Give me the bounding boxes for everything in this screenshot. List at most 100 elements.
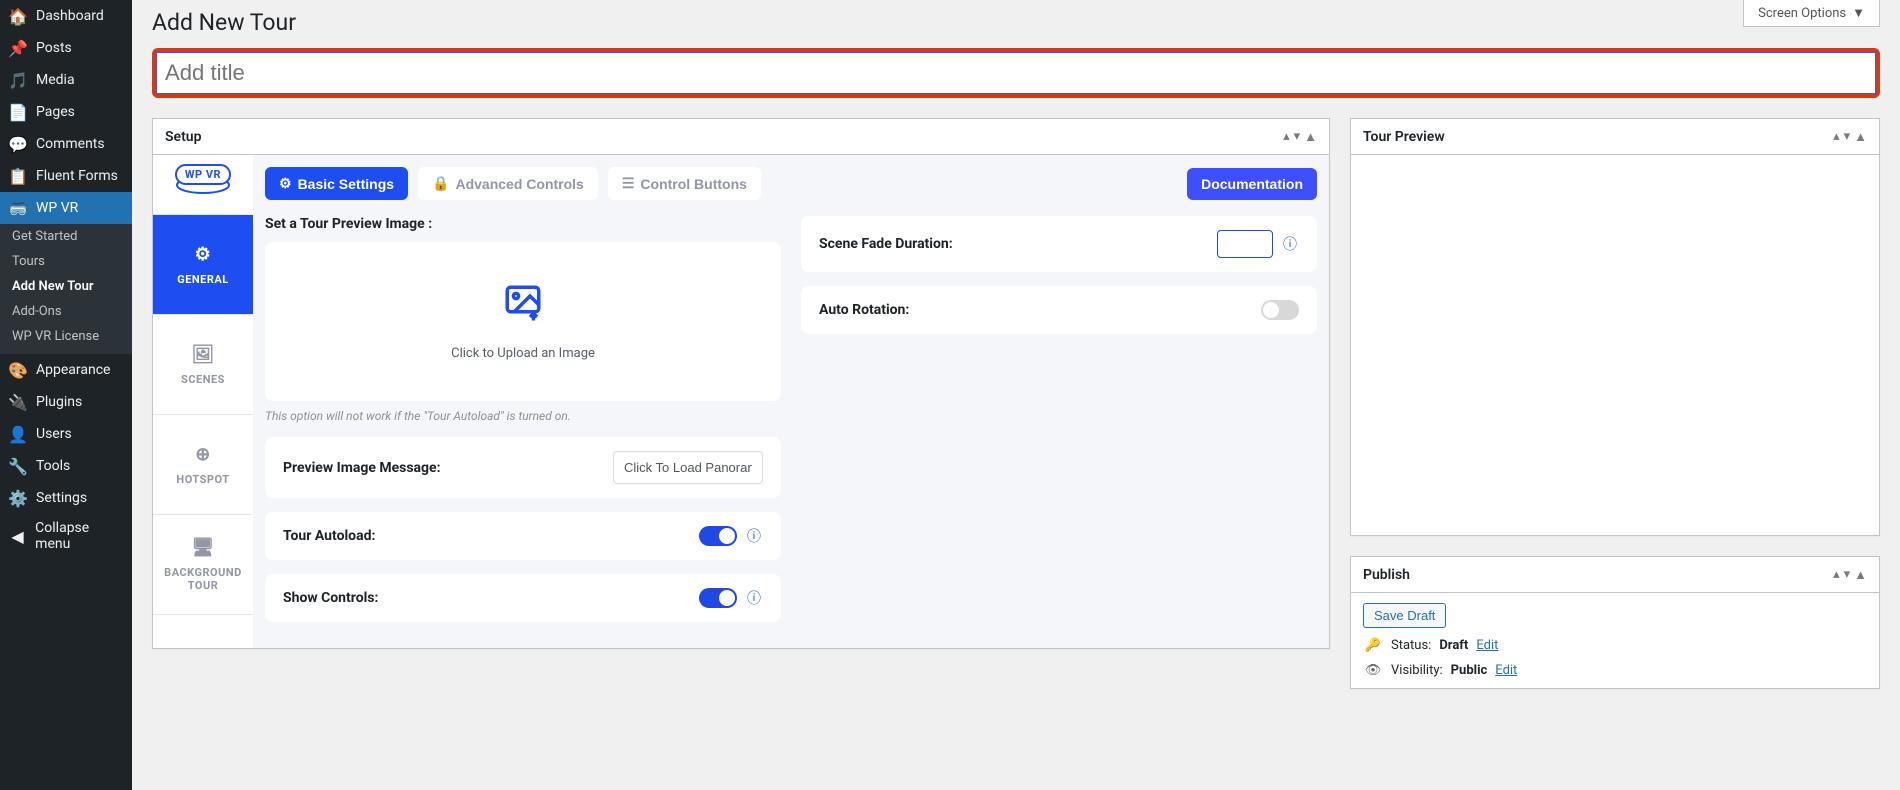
show-controls-label: Show Controls:: [283, 590, 378, 606]
auto-rotation-card: Auto Rotation:: [801, 286, 1317, 334]
upload-text: Click to Upload an Image: [285, 346, 761, 361]
info-icon[interactable]: ⓘ: [745, 588, 763, 608]
monitor-icon: 🖥: [191, 537, 214, 558]
sidebar-item-pages[interactable]: 📄Pages: [0, 96, 132, 128]
sidebar-subitem-tours[interactable]: Tours: [0, 249, 132, 274]
setup-nav-scenes[interactable]: 🖼 SCENES: [153, 315, 253, 415]
chevron-down-icon[interactable]: ▾: [1294, 129, 1301, 144]
sidebar-label: Fluent Forms: [36, 168, 118, 184]
chevron-down-icon[interactable]: ▾: [1844, 129, 1851, 144]
postbox-actions: ▴ ▾ ▲: [1283, 129, 1317, 145]
tour-preview-postbox: Tour Preview ▴ ▾ ▲: [1350, 118, 1880, 536]
status-value: Draft: [1439, 638, 1468, 653]
sidebar-label: Posts: [36, 40, 72, 56]
sidebar-label: Appearance: [36, 362, 110, 378]
preview-hint: This option will not work if the "Tour A…: [265, 409, 781, 423]
setup-nav-background[interactable]: 🖥 BACKGROUND TOUR: [153, 515, 253, 615]
triangle-up-icon[interactable]: ▲: [1854, 567, 1867, 583]
show-controls-toggle[interactable]: [699, 588, 737, 608]
sidebar-subitem-license[interactable]: WP VR License: [0, 324, 132, 349]
sidebar-item-dashboard[interactable]: 🏠Dashboard: [0, 0, 132, 32]
sidebar-item-tools[interactable]: 🔧 Tools: [0, 450, 132, 482]
sidebar-label: Settings: [36, 490, 87, 506]
image-icon: 🖼: [191, 344, 214, 365]
auto-rotation-label: Auto Rotation:: [819, 302, 909, 318]
advanced-controls-tab[interactable]: 🔒Advanced Controls: [418, 167, 598, 200]
preview-message-label: Preview Image Message:: [283, 460, 441, 476]
sidebar-item-fluent-forms[interactable]: 📋Fluent Forms: [0, 160, 132, 192]
chevron-up-icon[interactable]: ▴: [1283, 129, 1290, 144]
publish-title: Publish: [1363, 567, 1410, 583]
documentation-button[interactable]: Documentation: [1187, 168, 1317, 200]
screen-options-toggle[interactable]: Screen Options▼: [1743, 0, 1880, 27]
sidebar-item-plugins[interactable]: 🔌Plugins: [0, 386, 132, 418]
comments-icon: 💬: [8, 134, 28, 154]
sidebar-item-appearance[interactable]: 🎨 Appearance: [0, 354, 132, 386]
page-title: Add New Tour: [152, 0, 1880, 40]
admin-sidebar: 🏠Dashboard 📌 Posts 🎵 Media 📄Pages 💬 Comment…: [0, 0, 132, 790]
edit-visibility-link[interactable]: Edit: [1495, 663, 1517, 678]
tour-autoload-toggle[interactable]: [699, 526, 737, 546]
sidebar-item-settings[interactable]: ⚙️ Settings: [0, 482, 132, 514]
setup-postbox: Setup ▴ ▾ ▲ WP VR ⚙G: [152, 118, 1330, 649]
fade-duration-card: Scene Fade Duration: ⓘ: [801, 216, 1317, 272]
tour-title-input[interactable]: [156, 52, 1876, 94]
control-buttons-tab[interactable]: ☰Control Buttons: [608, 167, 761, 200]
setup-nav-hotspot[interactable]: ⊕HOTSPOT: [153, 415, 253, 515]
nav-label: SCENES: [181, 373, 225, 386]
chevron-down-icon[interactable]: ▾: [1844, 567, 1851, 582]
info-icon[interactable]: ⓘ: [745, 526, 763, 546]
sidebar-label: Tools: [36, 458, 70, 474]
sidebar-item-posts[interactable]: 📌 Posts: [0, 32, 132, 64]
preview-message-input[interactable]: [613, 451, 763, 484]
collapse-icon: ◀: [8, 526, 27, 546]
chevron-up-icon[interactable]: ▴: [1833, 129, 1840, 144]
fade-duration-input[interactable]: [1217, 230, 1273, 258]
chevron-up-icon[interactable]: ▴: [1833, 567, 1840, 582]
tour-autoload-card: Tour Autoload: ⓘ: [265, 512, 781, 560]
setup-vertical-nav: WP VR ⚙GENERAL 🖼 SCENES ⊕HOTSPOT 🖥 BACKGRO…: [153, 155, 253, 648]
vr-icon: 🥽: [8, 198, 28, 218]
info-icon[interactable]: ⓘ: [1281, 234, 1299, 254]
sidebar-item-media[interactable]: 🎵 Media: [0, 64, 132, 96]
sliders-icon: ⚙️: [8, 488, 28, 508]
setup-nav-general[interactable]: ⚙GENERAL: [153, 215, 253, 315]
sidebar-label: Comments: [36, 136, 105, 152]
status-label: Status:: [1391, 638, 1431, 653]
sidebar-label: Collapse menu: [35, 520, 124, 552]
sidebar-item-collapse[interactable]: ◀ Collapse menu: [0, 514, 132, 558]
sidebar-item-wpvr[interactable]: 🥽 WP VR: [0, 192, 132, 224]
sidebar-subitem-add-new-tour[interactable]: Add New Tour: [0, 274, 132, 299]
logo-pill: WP VR: [175, 164, 231, 185]
save-draft-button[interactable]: Save Draft: [1363, 603, 1446, 628]
nav-label: BACKGROUND TOUR: [159, 566, 247, 592]
sidebar-label: Plugins: [36, 394, 82, 410]
brush-icon: 🎨: [8, 360, 28, 380]
triangle-up-icon[interactable]: ▲: [1304, 129, 1317, 145]
sidebar-subitem-get-started[interactable]: Get Started: [0, 224, 132, 249]
sidebar-label: Media: [36, 72, 75, 88]
gauge-icon: 🏠: [8, 6, 28, 26]
basic-settings-tab[interactable]: ⚙Basic Settings: [265, 167, 408, 200]
key-icon: 🔑: [1363, 638, 1383, 653]
sidebar-item-users[interactable]: 👤Users: [0, 418, 132, 450]
preview-image-label: Set a Tour Preview Image :: [265, 216, 781, 232]
auto-rotation-toggle[interactable]: [1261, 300, 1299, 320]
publish-postbox: Publish ▴ ▾ ▲ Save Draft 🔑 Status: Draft: [1350, 556, 1880, 689]
sidebar-label: WP VR: [36, 200, 78, 216]
screen-options-label: Screen Options: [1758, 6, 1846, 21]
show-controls-card: Show Controls: ⓘ: [265, 574, 781, 622]
eye-icon: 👁: [1363, 663, 1383, 678]
lock-icon: 🔒: [432, 175, 449, 192]
pin-icon: 📌: [8, 38, 28, 58]
fade-duration-label: Scene Fade Duration:: [819, 236, 953, 252]
sidebar-item-comments[interactable]: 💬 Comments: [0, 128, 132, 160]
media-icon: 🎵: [8, 70, 28, 90]
edit-status-link[interactable]: Edit: [1476, 638, 1498, 653]
wrench-icon: 🔧: [8, 456, 28, 476]
upload-preview-image[interactable]: Click to Upload an Image: [265, 242, 781, 401]
nav-label: GENERAL: [177, 273, 229, 286]
triangle-up-icon[interactable]: ▲: [1854, 129, 1867, 145]
target-icon: ⊕: [195, 444, 211, 465]
sidebar-subitem-addons[interactable]: Add-Ons: [0, 299, 132, 324]
